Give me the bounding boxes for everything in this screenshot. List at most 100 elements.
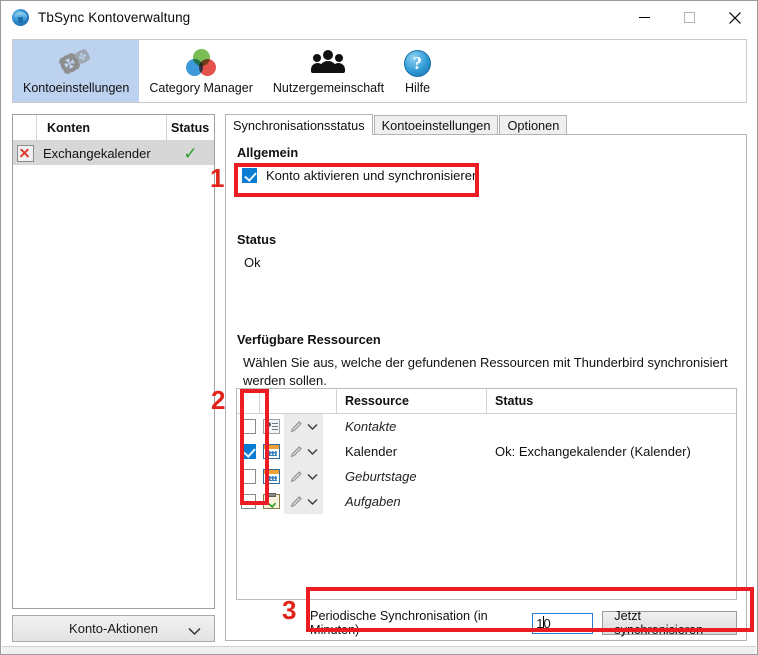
maximize-button[interactable] [667, 1, 712, 34]
row-resource-name: Kalender [345, 444, 398, 459]
col-header-actions [260, 389, 337, 413]
accounts-header-status[interactable]: Status [167, 115, 214, 140]
periodic-sync-bar: Periodische Synchronisation (in Minuten)… [310, 608, 737, 638]
sync-now-button[interactable]: Jetzt synchronisieren [602, 609, 737, 637]
toolbar-label: Kontoeinstellungen [23, 81, 130, 95]
chevron-down-icon[interactable] [307, 473, 318, 481]
row-edit-group[interactable] [284, 489, 323, 514]
toolbar-item-nutzergemeinschaft[interactable]: Nutzergemeinschaft [263, 40, 394, 102]
settings-pane: Synchronisationsstatus Kontoeinstellunge… [225, 114, 747, 642]
row-resource-name: Geburtstage [345, 469, 417, 484]
calendar-icon [263, 444, 280, 459]
konto-aktionen-button[interactable]: Konto-Aktionen [12, 615, 215, 642]
row-checkbox[interactable] [241, 419, 256, 434]
tasks-clipboard-icon [263, 493, 280, 509]
contacts-card-icon [263, 419, 280, 434]
resources-table-header: Ressource Status [237, 389, 736, 414]
row-checkbox[interactable] [241, 469, 256, 484]
row-checkbox-cell[interactable] [237, 469, 260, 484]
status-bar [2, 646, 756, 654]
row-checkbox-cell[interactable] [237, 419, 260, 434]
tab-label: Synchronisationsstatus [233, 117, 365, 133]
row-edit-group[interactable] [284, 439, 323, 464]
account-row-exchangekalender[interactable]: Exchangekalender ✓ [13, 141, 214, 165]
minimize-button[interactable] [622, 1, 667, 34]
main-toolbar: Kontoeinstellungen Category Manager Nutz… [12, 39, 747, 103]
table-row[interactable]: Kontakte [237, 414, 736, 439]
enable-account-label: Konto aktivieren und synchronisieren [266, 168, 480, 183]
row-checkbox[interactable] [241, 494, 256, 509]
window-controls [622, 1, 757, 34]
venn-circles-icon [186, 46, 217, 80]
row-checkbox[interactable] [241, 444, 256, 459]
table-row[interactable]: Geburtstage [237, 464, 736, 489]
status-value: Ok [244, 255, 261, 270]
toolbar-item-kontoeinstellungen[interactable]: Kontoeinstellungen [13, 40, 140, 102]
title-bar-left: TbSync Kontoverwaltung [12, 9, 190, 26]
row-actions-cell [260, 489, 337, 514]
col-header-resource[interactable]: Ressource [337, 389, 487, 413]
chevron-down-icon[interactable] [307, 423, 318, 431]
chevron-down-icon[interactable] [307, 448, 318, 456]
pencil-icon[interactable] [289, 494, 304, 509]
row-actions-cell [260, 464, 337, 489]
tab-bar: Synchronisationsstatus Kontoeinstellunge… [225, 114, 747, 135]
table-row[interactable]: Aufgaben [237, 489, 736, 514]
pencil-icon[interactable] [289, 469, 304, 484]
periodic-sync-input-wrap [532, 612, 594, 634]
status-heading: Status [237, 232, 277, 247]
row-edit-group[interactable] [284, 414, 323, 439]
table-row[interactable]: Kalender Ok: Exchangekalender (Kalender) [237, 439, 736, 464]
allgemein-heading: Allgemein [237, 145, 299, 160]
konto-aktionen-label: Konto-Aktionen [69, 621, 158, 636]
enable-account-checkbox[interactable] [242, 168, 257, 183]
col-header-status[interactable]: Status [487, 389, 736, 413]
row-status: Ok: Exchangekalender (Kalender) [495, 444, 691, 459]
toolbar-label: Hilfe [405, 81, 431, 95]
row-actions-cell [260, 414, 337, 439]
periodic-sync-label: Periodische Synchronisation (in Minuten) [310, 609, 488, 637]
row-resource-name: Kontakte [345, 419, 397, 434]
tab-label: Kontoeinstellungen [381, 118, 491, 133]
thunderbird-icon [12, 9, 29, 26]
accounts-header-icon-col [13, 115, 37, 140]
calendar-icon [263, 469, 280, 484]
title-bar: TbSync Kontoverwaltung [1, 1, 757, 34]
accounts-pane: Konten Status Exchangekalender ✓ [12, 114, 215, 609]
window-title: TbSync Kontoverwaltung [38, 10, 191, 25]
resources-table: Ressource Status Kontakte Kalender Ok: E… [236, 388, 737, 600]
account-name: Exchangekalender [43, 145, 151, 161]
periodic-sync-input[interactable] [532, 612, 594, 634]
toolbar-item-category-manager[interactable]: Category Manager [139, 40, 263, 102]
close-button[interactable] [712, 1, 757, 34]
tab-panel-synchronisationsstatus: Allgemein Konto aktivieren und synchroni… [225, 134, 747, 641]
tab-label: Optionen [507, 118, 560, 133]
tab-synchronisationsstatus[interactable]: Synchronisationsstatus [225, 114, 373, 135]
tab-optionen[interactable]: Optionen [499, 115, 568, 135]
users-group-icon [311, 46, 346, 80]
resources-description: Wählen Sie aus, welche der gefundenen Re… [243, 355, 728, 388]
gears-icon [58, 46, 94, 80]
green-check-icon: ✓ [183, 143, 198, 163]
row-checkbox-cell[interactable] [237, 494, 260, 509]
col-header-check [237, 389, 260, 413]
tab-kontoeinstellungen[interactable]: Kontoeinstellungen [373, 115, 499, 135]
chevron-down-icon[interactable] [307, 498, 318, 506]
sync-now-label: Jetzt synchronisieren [614, 609, 704, 637]
row-edit-group[interactable] [284, 464, 323, 489]
row-checkbox-cell[interactable] [237, 444, 260, 459]
toolbar-label: Category Manager [149, 81, 253, 95]
resources-heading: Verfügbare Ressourcen [237, 332, 381, 347]
enable-account-checkbox-row[interactable]: Konto aktivieren und synchronisieren [242, 168, 479, 183]
pencil-icon[interactable] [289, 419, 304, 434]
row-actions-cell [260, 439, 337, 464]
red-x-icon [13, 144, 37, 162]
chevron-down-icon [188, 624, 201, 639]
accounts-header-name[interactable]: Konten [37, 115, 167, 140]
accounts-header-row: Konten Status [13, 115, 214, 141]
text-caret [543, 615, 545, 631]
pencil-icon[interactable] [289, 444, 304, 459]
question-mark-icon: ? [404, 46, 432, 80]
tbsync-window: TbSync Kontoverwaltung Kontoeinstellunge… [0, 0, 758, 655]
toolbar-item-hilfe[interactable]: ? Hilfe [394, 40, 441, 102]
